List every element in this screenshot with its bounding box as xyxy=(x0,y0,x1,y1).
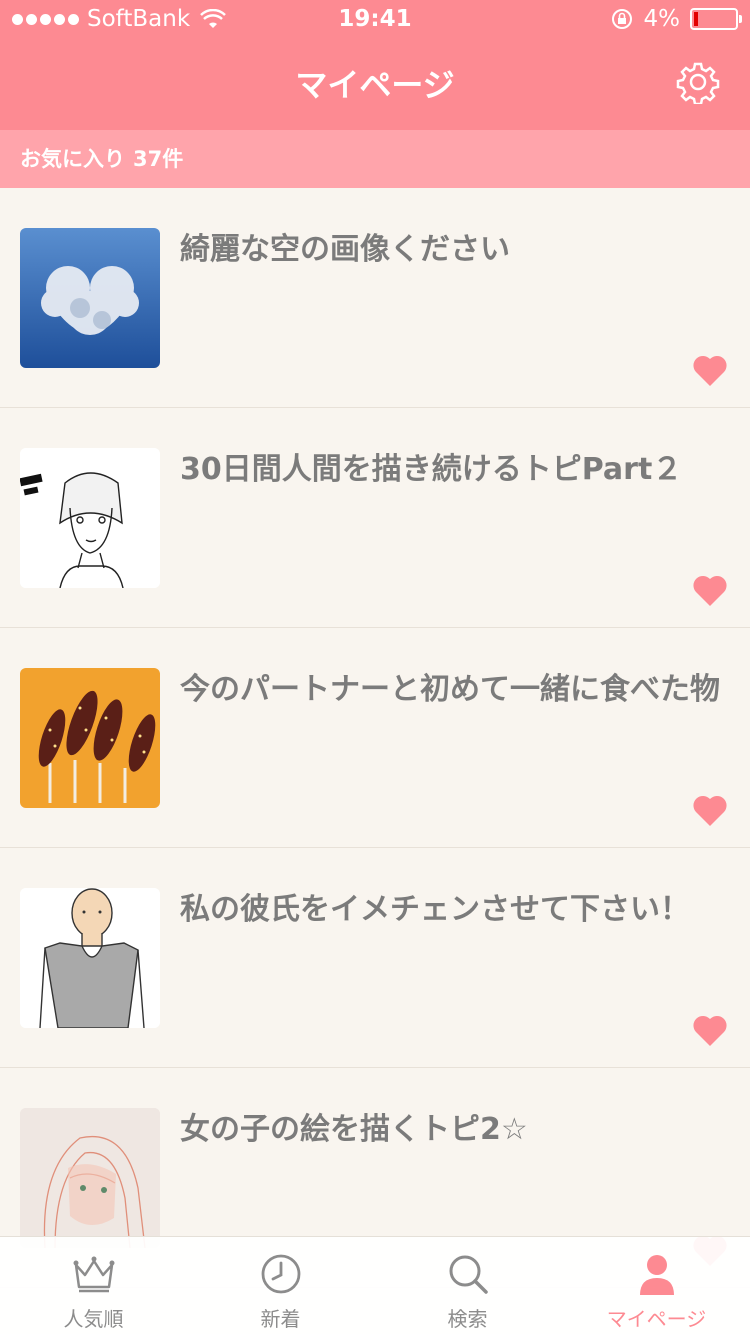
status-right: 4% xyxy=(610,6,742,32)
favorite-button[interactable] xyxy=(692,1014,728,1048)
settings-button[interactable] xyxy=(676,60,720,106)
tab-search[interactable]: 検索 xyxy=(374,1237,561,1334)
item-title: 私の彼氏をイメチェンさせて下さい！ xyxy=(180,892,690,927)
tab-label: マイページ xyxy=(606,1307,707,1331)
thumbnail-girl-sketch xyxy=(20,448,160,588)
tab-new[interactable]: 新着 xyxy=(187,1237,374,1334)
gear-icon xyxy=(676,62,720,106)
list-item[interactable]: 今のパートナーと初めて一緒に食べた物 xyxy=(0,628,750,848)
thumbnail-sky-heart-cloud xyxy=(20,228,160,368)
favorites-count: 37件 xyxy=(133,147,184,171)
person-icon xyxy=(640,1255,674,1295)
tab-popular[interactable]: 人気順 xyxy=(0,1237,187,1334)
item-title: 今のパートナーと初めて一緒に食べた物 xyxy=(180,672,720,707)
item-title: 女の子の絵を描くトピ2☆ xyxy=(180,1112,528,1147)
tab-label: 検索 xyxy=(447,1307,488,1331)
tab-bar: 人気順 新着 検索 マイページ xyxy=(0,1236,750,1334)
page-title: マイページ xyxy=(295,66,455,104)
thumbnail-chocolate-bananas xyxy=(20,668,160,808)
favorite-button[interactable] xyxy=(692,354,728,388)
thumbnail-pink-hair-girl xyxy=(20,1108,160,1248)
list-item[interactable]: 私の彼氏をイメチェンさせて下さい！ xyxy=(0,848,750,1068)
favorites-list: 綺麗な空の画像ください 30日間人間を描き続けるトピPart２ 今のパートナーと… xyxy=(0,188,750,1288)
battery-icon xyxy=(690,8,742,30)
battery-percent: 4% xyxy=(643,6,681,32)
favorite-button[interactable] xyxy=(692,574,728,608)
favorites-label: お気に入り xyxy=(20,147,125,171)
status-bar: SoftBank 19:41 4% xyxy=(0,0,750,40)
heart-icon xyxy=(693,795,727,826)
search-icon xyxy=(449,1255,488,1294)
favorites-bar: お気に入り 37件 xyxy=(0,130,750,188)
tab-label: 人気順 xyxy=(63,1307,124,1331)
heart-icon xyxy=(693,1015,727,1046)
item-title: 30日間人間を描き続けるトピPart２ xyxy=(180,452,683,487)
list-item[interactable]: 綺麗な空の画像ください xyxy=(0,188,750,408)
header: SoftBank 19:41 4% マイページ xyxy=(0,0,750,130)
item-title: 綺麗な空の画像ください xyxy=(180,232,510,267)
heart-icon xyxy=(693,355,727,386)
rotation-lock-icon xyxy=(611,9,632,29)
thumbnail-bald-man-drawing xyxy=(20,888,160,1028)
heart-icon xyxy=(693,575,727,606)
tab-label: 新着 xyxy=(260,1307,301,1331)
tab-mypage[interactable]: マイページ xyxy=(563,1237,750,1334)
favorite-button[interactable] xyxy=(692,794,728,828)
list-item[interactable]: 30日間人間を描き続けるトピPart２ xyxy=(0,408,750,628)
clock-icon xyxy=(261,1254,301,1294)
crown-icon xyxy=(73,1256,115,1293)
